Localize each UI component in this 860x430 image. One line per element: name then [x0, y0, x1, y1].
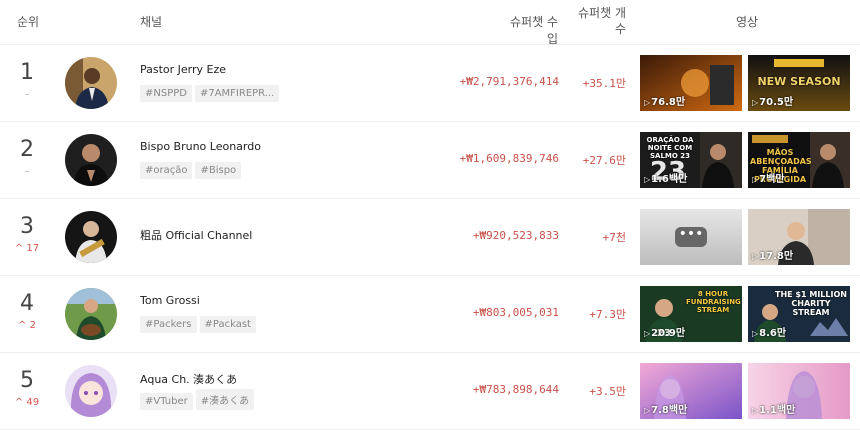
- view-count: ▷76.8만: [644, 97, 686, 108]
- tag-list: #VTuber #湊あくあ: [140, 389, 257, 410]
- thumbnail-caption: THE $1 MILLION CHARITY STREAM: [775, 290, 847, 317]
- avatar[interactable]: [65, 134, 117, 186]
- view-count: ▷1.1백만: [752, 405, 796, 416]
- table-row[interactable]: 2 – Bispo Bruno Leonardo #oração #Bispo +…: [0, 122, 860, 199]
- video-thumbnail[interactable]: •••: [640, 209, 742, 265]
- rank-change-up: ^ 17: [14, 243, 40, 254]
- table-row[interactable]: 1 – Pastor Jerry Eze #NSPPD #7AMFIREPR...…: [0, 45, 860, 122]
- rank-number: 4: [20, 291, 34, 316]
- video-thumbnail[interactable]: ▷1.1백만: [748, 363, 850, 419]
- tag[interactable]: #7AMFIREPR...: [194, 85, 280, 102]
- header-video: 영상: [736, 15, 759, 29]
- rank-change-up: ^ 2: [18, 320, 36, 331]
- tag[interactable]: #VTuber: [140, 393, 193, 410]
- tag-list: #oração #Bispo: [140, 158, 244, 179]
- superchat-count: +27.6만: [582, 154, 626, 167]
- rank-number: 5: [20, 368, 34, 393]
- superchat-income: +₩783,898,644: [472, 383, 559, 396]
- channel-name[interactable]: Bispo Bruno Leonardo: [140, 140, 261, 153]
- channel-name[interactable]: Tom Grossi: [140, 294, 200, 307]
- tag[interactable]: #Packers: [140, 316, 197, 333]
- view-count: ▷17.8만: [752, 251, 794, 262]
- superchat-count: +35.1만: [582, 77, 626, 90]
- header-channel: 채널: [140, 15, 163, 29]
- view-count: ▷8.6만: [752, 328, 787, 339]
- thumbnail-caption: ORAÇÃO DA NOITE COM SALMO 23: [646, 136, 694, 160]
- video-thumbnail[interactable]: ▷17.8만: [748, 209, 850, 265]
- avatar[interactable]: [65, 365, 117, 417]
- header-superchat-income: 슈퍼챗 수입: [510, 15, 558, 46]
- superchat-count: +7천: [602, 231, 626, 244]
- rank-number: 3: [20, 214, 34, 239]
- more-icon: •••: [675, 227, 707, 247]
- table-row[interactable]: 3 ^ 17 粗品 Official Channel +₩920,523,833…: [0, 199, 860, 276]
- view-count: ▷20.9만: [644, 328, 686, 339]
- channel-name[interactable]: 粗品 Official Channel: [140, 227, 252, 243]
- view-count: ▷7백만: [752, 174, 785, 185]
- view-count: ▷70.5만: [752, 97, 794, 108]
- up-arrow-icon: ^: [14, 243, 24, 254]
- video-thumbnail[interactable]: MÃOS ABENÇOADAS FAMÍLIA PROTEGIDA ▷7백만: [748, 132, 850, 188]
- superchat-income: +₩803,005,031: [472, 306, 559, 319]
- superchat-income: +₩920,523,833: [472, 229, 559, 242]
- rank-number: 1: [20, 60, 34, 85]
- view-count: ▷1.6백만: [644, 174, 688, 185]
- tag[interactable]: #Packast: [199, 316, 256, 333]
- thumbnail-caption: NEW SEASON: [757, 75, 841, 88]
- header-rank: 순위: [17, 15, 40, 29]
- tag[interactable]: #NSPPD: [140, 85, 192, 102]
- up-arrow-icon: ^: [14, 397, 24, 408]
- video-thumbnail[interactable]: NEW SEASON ▷70.5만: [748, 55, 850, 111]
- channel-name[interactable]: Aqua Ch. 湊あくあ: [140, 371, 237, 387]
- table-header: 순위 채널 슈퍼챗 수입 슈퍼챗 개수 영상: [0, 0, 860, 46]
- video-thumbnail[interactable]: 23 8 HOUR FUNDRAISING STREAM ▷20.9만: [640, 286, 742, 342]
- rank-change: –: [24, 166, 30, 177]
- video-thumbnail[interactable]: THE $1 MILLION CHARITY STREAM ▷8.6만: [748, 286, 850, 342]
- view-count: ▷7.8백만: [644, 405, 688, 416]
- tag[interactable]: #oração: [140, 162, 193, 179]
- channel-name[interactable]: Pastor Jerry Eze: [140, 63, 226, 76]
- tag-list: #NSPPD #7AMFIREPR...: [140, 81, 282, 102]
- video-thumbnail[interactable]: 23 ORAÇÃO DA NOITE COM SALMO 23 ▷1.6백만: [640, 132, 742, 188]
- thumbnail-caption: 8 HOUR FUNDRAISING STREAM: [686, 290, 741, 314]
- table-row[interactable]: 5 ^ 49 Aqua Ch. 湊あくあ #VTuber #湊あくあ +₩783,…: [0, 353, 860, 430]
- superchat-income: +₩2,791,376,414: [459, 75, 559, 88]
- tag[interactable]: #湊あくあ: [195, 389, 255, 410]
- avatar[interactable]: [65, 211, 117, 263]
- rank-change: –: [24, 89, 30, 100]
- superchat-count: +7.3만: [589, 308, 626, 321]
- video-thumbnail[interactable]: ▷7.8백만: [640, 363, 742, 419]
- header-superchat-count: 슈퍼챗 개수: [578, 6, 626, 36]
- tag[interactable]: #Bispo: [195, 162, 242, 179]
- superchat-income: +₩1,609,839,746: [459, 152, 559, 165]
- table-row[interactable]: 4 ^ 2 Tom Grossi #Packers #Packast +₩803,…: [0, 276, 860, 353]
- rank-number: 2: [20, 137, 34, 162]
- avatar[interactable]: [65, 288, 117, 340]
- avatar[interactable]: [65, 57, 117, 109]
- tag-list: #Packers #Packast: [140, 312, 259, 333]
- rank-change-up: ^ 49: [14, 397, 40, 408]
- up-arrow-icon: ^: [18, 320, 27, 331]
- video-thumbnail[interactable]: ▷76.8만: [640, 55, 742, 111]
- superchat-count: +3.5만: [589, 385, 626, 398]
